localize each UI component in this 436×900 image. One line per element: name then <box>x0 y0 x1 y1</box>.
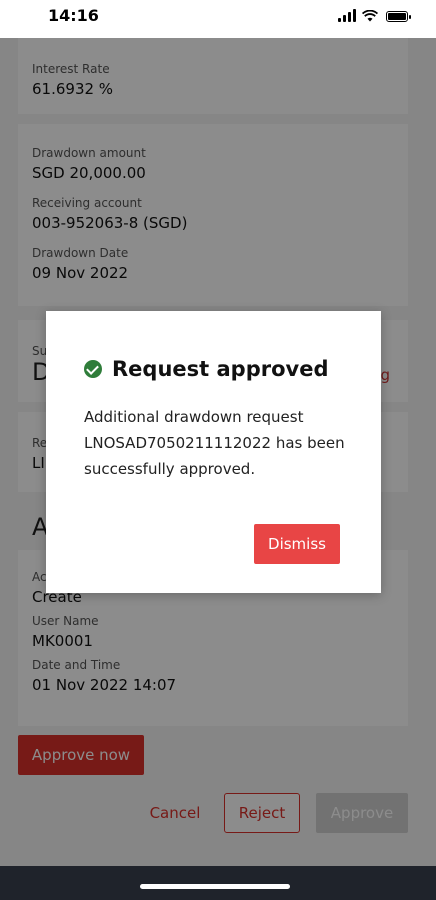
signal-icon <box>338 8 356 22</box>
home-indicator[interactable] <box>140 884 290 889</box>
request-approved-dialog: Request approved Additional drawdown req… <box>46 311 381 593</box>
dismiss-button[interactable]: Dismiss <box>254 524 340 564</box>
battery-icon <box>386 11 411 22</box>
status-bar: 14:16 <box>0 0 436 38</box>
wifi-icon <box>362 10 378 22</box>
home-bar <box>0 866 436 900</box>
modal-title-row: Request approved <box>84 357 328 381</box>
status-icons <box>338 8 411 22</box>
modal-message: Additional drawdown request LNOSAD705021… <box>84 408 345 478</box>
status-time: 14:16 <box>48 6 99 25</box>
modal-title: Request approved <box>112 357 329 381</box>
check-circle-icon <box>84 360 102 378</box>
